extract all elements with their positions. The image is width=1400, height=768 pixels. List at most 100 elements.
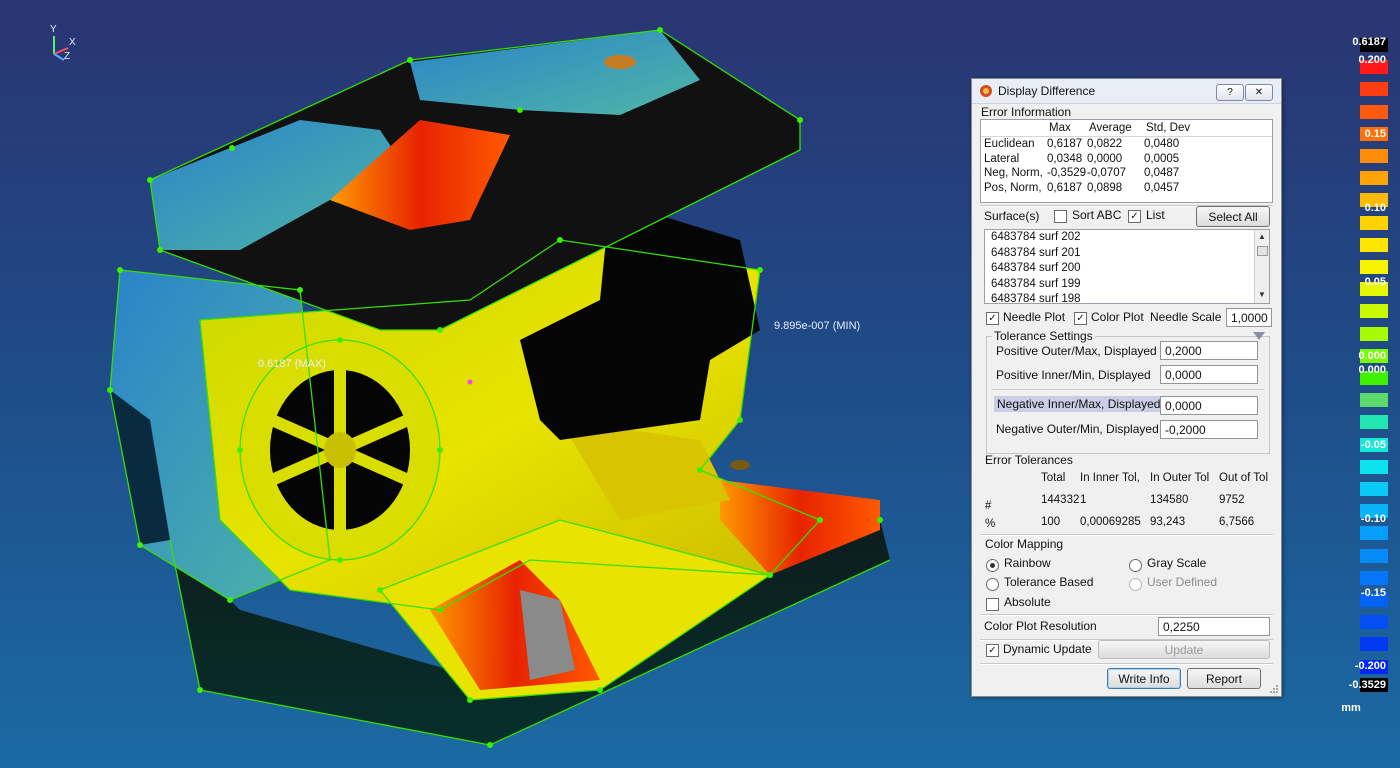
legend-tick: 0.000	[1358, 350, 1386, 362]
resolution-input[interactable]: 0,2250	[1158, 617, 1270, 636]
write-info-button[interactable]: Write Info	[1107, 668, 1181, 689]
help-button[interactable]: ?	[1216, 84, 1244, 101]
absolute-checkbox[interactable]	[986, 598, 999, 611]
dynamic-update-label: Dynamic Update	[1003, 642, 1092, 656]
legend-tick-max: 0.6187	[1352, 36, 1386, 48]
neg-outer-input[interactable]: -0,2000	[1160, 420, 1258, 439]
col-total: Total	[1041, 472, 1066, 484]
legend-swatch	[1360, 570, 1388, 585]
pos-inner-input[interactable]: 0,0000	[1160, 365, 1258, 384]
row-avg: 0,0822	[1087, 138, 1123, 150]
surfaces-label: Surface(s)	[984, 209, 1040, 223]
legend-tick: 0.15	[1364, 128, 1386, 140]
min-deviation-label: 9.895e-007 (MIN)	[774, 320, 861, 332]
divider	[992, 389, 1264, 390]
legend-swatch	[1360, 326, 1388, 341]
col-std-dev: Std, Dev	[1146, 122, 1191, 134]
list-item[interactable]: 6483784 surf 198	[991, 293, 1081, 303]
legend-tick-min: -0.3529	[1348, 679, 1386, 691]
legend-swatch	[1360, 459, 1388, 474]
error-tolerances-label: Error Tolerances	[985, 453, 1073, 467]
list-item[interactable]: 6483784 surf 201	[991, 247, 1081, 259]
neg-inner-label: Negative Inner/Max, Displayed	[994, 396, 1164, 412]
pos-outer-label: Positive Outer/Max, Displayed	[996, 344, 1157, 358]
tolerance-settings-label: Tolerance Settings	[992, 329, 1095, 343]
list-item[interactable]: 6483784 surf 200	[991, 262, 1081, 274]
rainbow-label: Rainbow	[1004, 556, 1051, 570]
scroll-up-icon[interactable]: ▲	[1258, 232, 1266, 241]
surface-list[interactable]: 6483784 surf 202 6483784 surf 201 648378…	[984, 229, 1270, 304]
col-out-of-tol: Out of Tol	[1219, 472, 1269, 484]
legend-tick: 0.10	[1364, 202, 1386, 214]
tolerance-based-label: Tolerance Based	[1004, 575, 1094, 589]
axis-z-label: Z	[64, 51, 71, 62]
rainbow-radio[interactable]	[986, 559, 999, 572]
resolution-label: Color Plot Resolution	[984, 619, 1097, 633]
divider	[980, 663, 1273, 665]
pct-inner: 0,00069285	[1080, 516, 1141, 528]
resize-grip-icon[interactable]	[1269, 684, 1279, 694]
legend-swatch	[1360, 82, 1388, 97]
row-std: 0,0457	[1144, 182, 1180, 194]
row-name: Euclidean	[984, 138, 1035, 150]
list-item[interactable]: 6483784 surf 202	[991, 231, 1081, 243]
select-all-button[interactable]: Select All	[1196, 206, 1270, 227]
needle-plot-checkbox[interactable]: ✓	[986, 312, 999, 325]
scroll-down-icon[interactable]: ▼	[1258, 290, 1266, 299]
legend-swatch	[1360, 104, 1388, 119]
count-inner: 1	[1080, 494, 1087, 506]
app-icon	[980, 85, 992, 97]
legend-unit: mm	[1341, 702, 1361, 714]
pct-outer: 93,243	[1150, 516, 1186, 528]
list-checkbox[interactable]: ✓	[1128, 210, 1141, 223]
legend-swatch	[1360, 526, 1388, 541]
collapse-arrow-icon[interactable]	[1252, 331, 1266, 341]
col-average: Average	[1089, 122, 1132, 134]
tolerance-based-radio[interactable]	[986, 578, 999, 591]
legend-swatch	[1360, 615, 1388, 630]
dialog-titlebar[interactable]: Display Difference ? ✕	[972, 79, 1281, 104]
model-side-hole	[730, 460, 750, 470]
color-plot-checkbox[interactable]: ✓	[1074, 312, 1087, 325]
close-button[interactable]: ✕	[1245, 84, 1273, 101]
legend-swatch	[1360, 482, 1388, 496]
report-button[interactable]: Report	[1187, 668, 1261, 689]
neg-inner-input[interactable]: 0,0000	[1160, 396, 1258, 415]
error-info-label: Error Information	[981, 105, 1072, 119]
row-name: Lateral	[984, 153, 1020, 165]
divider	[980, 534, 1273, 536]
legend-tick: -0.15	[1360, 587, 1386, 599]
row-max: 0,6187	[1047, 138, 1083, 150]
row-std: 0,0005	[1144, 153, 1180, 165]
legend-tick-neg-outer: -0.200	[1354, 660, 1386, 672]
scroll-thumb[interactable]	[1257, 246, 1268, 256]
needle-scale-label: Needle Scale	[1150, 310, 1222, 324]
count-outer: 134580	[1150, 494, 1189, 506]
pct-total: 100	[1041, 516, 1061, 528]
surface-list-scrollbar[interactable]: ▲ ▼	[1254, 230, 1269, 303]
list-item[interactable]: 6483784 surf 199	[991, 278, 1081, 290]
dynamic-update-checkbox[interactable]: ✓	[986, 644, 999, 657]
row-avg: -0,0707	[1087, 167, 1127, 179]
legend-swatch	[1360, 215, 1388, 230]
row-max: 0,6187	[1047, 182, 1083, 194]
count-label: #	[985, 500, 992, 512]
legend-swatch	[1360, 149, 1388, 163]
user-defined-radio[interactable]	[1129, 578, 1142, 591]
legend-tick: 0.000	[1358, 364, 1386, 376]
needle-scale-input[interactable]: 1,0000	[1226, 308, 1272, 327]
axis-triad: Y X Z	[44, 24, 84, 68]
update-button[interactable]: Update	[1098, 640, 1270, 659]
count-total: 144332	[1041, 494, 1080, 506]
dialog-title: Display Difference	[998, 84, 1096, 98]
sort-abc-checkbox[interactable]	[1054, 210, 1067, 223]
gray-scale-radio[interactable]	[1129, 559, 1142, 572]
row-std: 0,0480	[1144, 138, 1180, 150]
absolute-label: Absolute	[1004, 595, 1051, 609]
row-name: Neg, Norm,	[984, 167, 1043, 179]
pos-outer-input[interactable]: 0,2000	[1160, 341, 1258, 360]
col-inner-tol: In Inner Tol,	[1080, 472, 1140, 484]
needle-plot-label: Needle Plot	[1003, 310, 1066, 324]
color-legend: 0.6187 0.200 0.15 0.10 0.05 0.000 0.000 …	[1290, 32, 1400, 722]
color-mapping-label: Color Mapping	[985, 537, 1064, 551]
